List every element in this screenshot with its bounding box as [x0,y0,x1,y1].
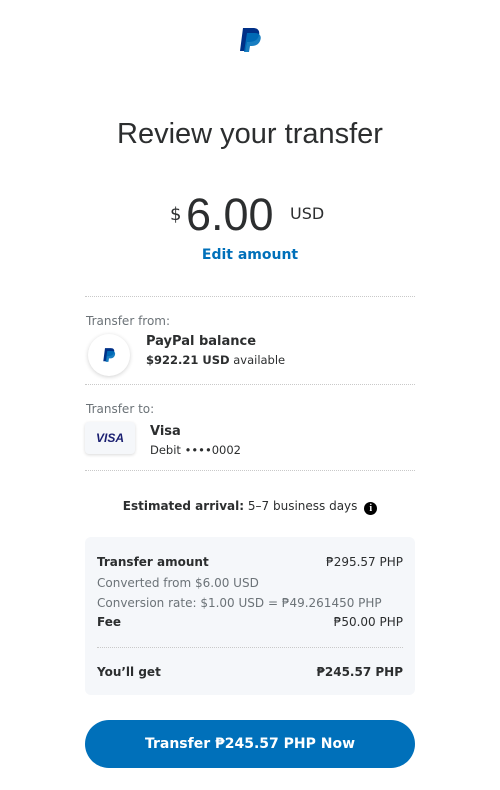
transfer-now-button[interactable]: Transfer ₱245.57 PHP Now [85,720,415,768]
transfer-from-label: Transfer from: [86,314,171,328]
fee-row: Fee ₱50.00 PHP [97,615,403,629]
transfer-amount-value: ₱295.57 PHP [326,555,403,569]
balance-amount: $922.21 USD [146,353,230,367]
visa-card-icon: VISA [85,422,135,454]
amount-display: $ 6.00 USD [0,190,500,240]
page-title: Review your transfer [117,118,383,150]
transfer-amount-row: Transfer amount ₱295.57 PHP [97,555,403,569]
balance-suffix: available [233,353,286,367]
edit-amount-link[interactable]: Edit amount [0,247,500,263]
transfer-summary: Transfer amount ₱295.57 PHP Converted fr… [85,537,415,695]
info-icon[interactable]: i [364,502,378,515]
destination-name: Visa [150,424,181,439]
amount-value: 6.00 [186,189,274,240]
currency-symbol: $ [170,204,182,225]
paypal-logo-icon [240,28,261,52]
paypal-balance-avatar [88,334,130,376]
you-get-value: ₱245.57 PHP [316,665,403,679]
converted-from: Converted from $6.00 USD [97,576,259,590]
source-name: PayPal balance [146,334,257,349]
fee-label: Fee [97,615,121,629]
transfer-amount-label: Transfer amount [97,555,209,569]
you-get-row: You’ll get ₱245.57 PHP [97,665,403,679]
divider [85,296,415,297]
estimated-arrival: Estimated arrival: 5–7 business days i [0,499,500,515]
divider [85,470,415,471]
transfer-to-label: Transfer to: [86,402,155,416]
currency-code: USD [290,204,325,223]
divider [85,384,415,385]
summary-divider [97,647,403,648]
source-balance: $922.21 USD available [146,353,285,367]
arrival-value: 5–7 business days [247,499,358,513]
paypal-logo-icon [103,348,116,362]
you-get-label: You’ll get [97,665,161,679]
fee-value: ₱50.00 PHP [333,615,403,629]
conversion-rate: Conversion rate: $1.00 USD = ₱49.261450 … [97,596,382,610]
arrival-label: Estimated arrival: [122,499,245,513]
destination-detail: Debit ••••0002 [150,443,241,457]
